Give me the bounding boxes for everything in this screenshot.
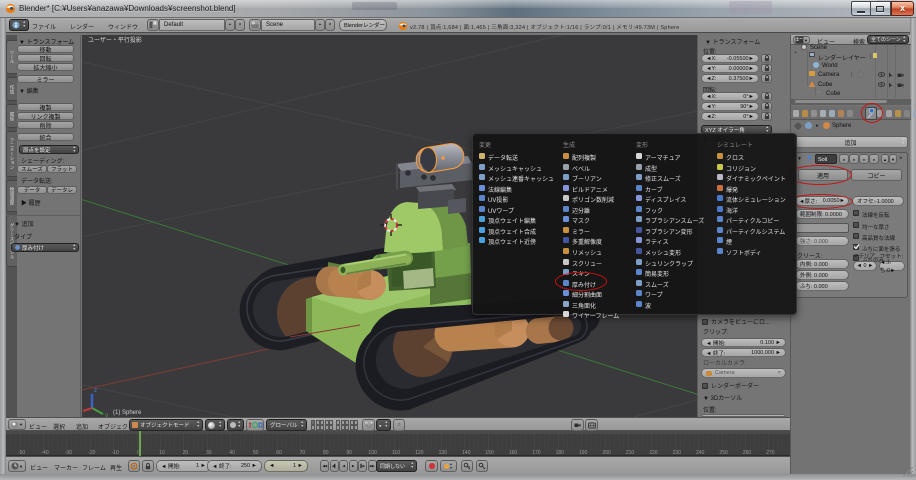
svg-text:z: z <box>94 388 97 394</box>
